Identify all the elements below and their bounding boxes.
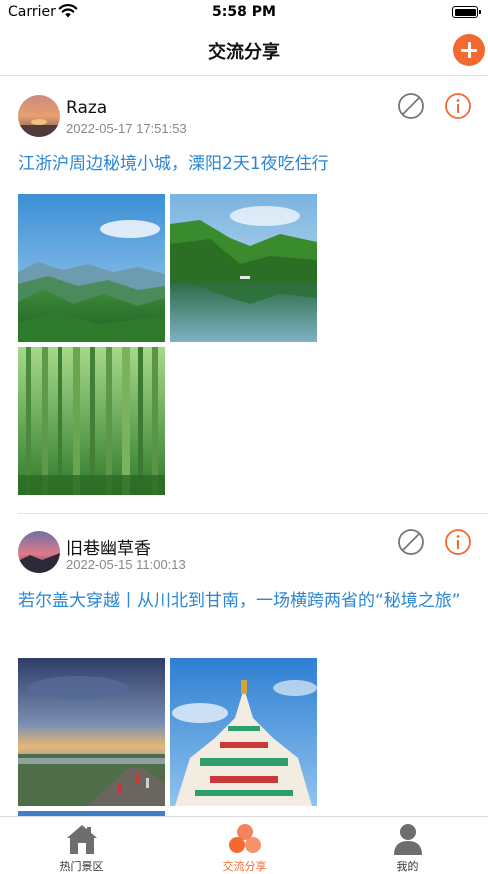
tab-label: 交流分享 (222, 860, 267, 873)
share-circles-icon (226, 822, 264, 856)
house-icon (63, 822, 101, 856)
page-title: 交流分享 (208, 42, 280, 63)
block-icon[interactable] (397, 92, 425, 120)
post-timestamp: 2022-05-15 11:00:13 (66, 557, 186, 572)
tab-label: 热门景区 (59, 860, 104, 873)
tab-bar: 热门景区 交流分享 我的 (0, 816, 488, 874)
block-icon[interactable] (397, 528, 425, 556)
post-title-link[interactable]: 若尔盖大穿越丨从川北到甘南，一场横跨两省的“秘境之旅” (18, 588, 478, 615)
navigation-bar: 交流分享 (0, 26, 488, 76)
avatar[interactable] (18, 531, 60, 573)
battery-icon (452, 6, 481, 18)
clock: 5:58 PM (212, 4, 276, 20)
post-photo[interactable] (170, 194, 317, 342)
post-photo[interactable] (18, 194, 165, 342)
status-bar: Carrier 5:58 PM (0, 0, 488, 26)
post-photo[interactable] (170, 658, 317, 806)
info-icon[interactable] (444, 92, 472, 120)
tab-me[interactable]: 我的 (326, 817, 488, 874)
tab-label: 我的 (396, 860, 419, 873)
tab-scenic-spots[interactable]: 热门景区 (0, 817, 163, 874)
post-photo[interactable] (18, 347, 165, 495)
post-title-link[interactable]: 江浙沪周边秘境小城，溧阳2天1夜吃住行 (18, 151, 478, 178)
post-card: 旧巷幽草香 2022-05-15 11:00:13 若尔盖大穿越丨从川北到甘南，… (0, 514, 488, 816)
info-icon[interactable] (444, 528, 472, 556)
add-post-button[interactable] (453, 34, 485, 66)
username[interactable]: 旧巷幽草香 (66, 534, 151, 559)
tab-share[interactable]: 交流分享 (163, 817, 326, 874)
person-icon (389, 822, 427, 856)
post-card: Raza 2022-05-17 17:51:53 江浙沪周边秘境小城，溧阳2天1… (0, 77, 488, 513)
avatar[interactable] (18, 95, 60, 137)
username[interactable]: Raza (66, 98, 107, 118)
post-timestamp: 2022-05-17 17:51:53 (66, 121, 187, 136)
post-photo[interactable] (18, 658, 165, 806)
post-feed[interactable]: Raza 2022-05-17 17:51:53 江浙沪周边秘境小城，溧阳2天1… (0, 77, 488, 816)
